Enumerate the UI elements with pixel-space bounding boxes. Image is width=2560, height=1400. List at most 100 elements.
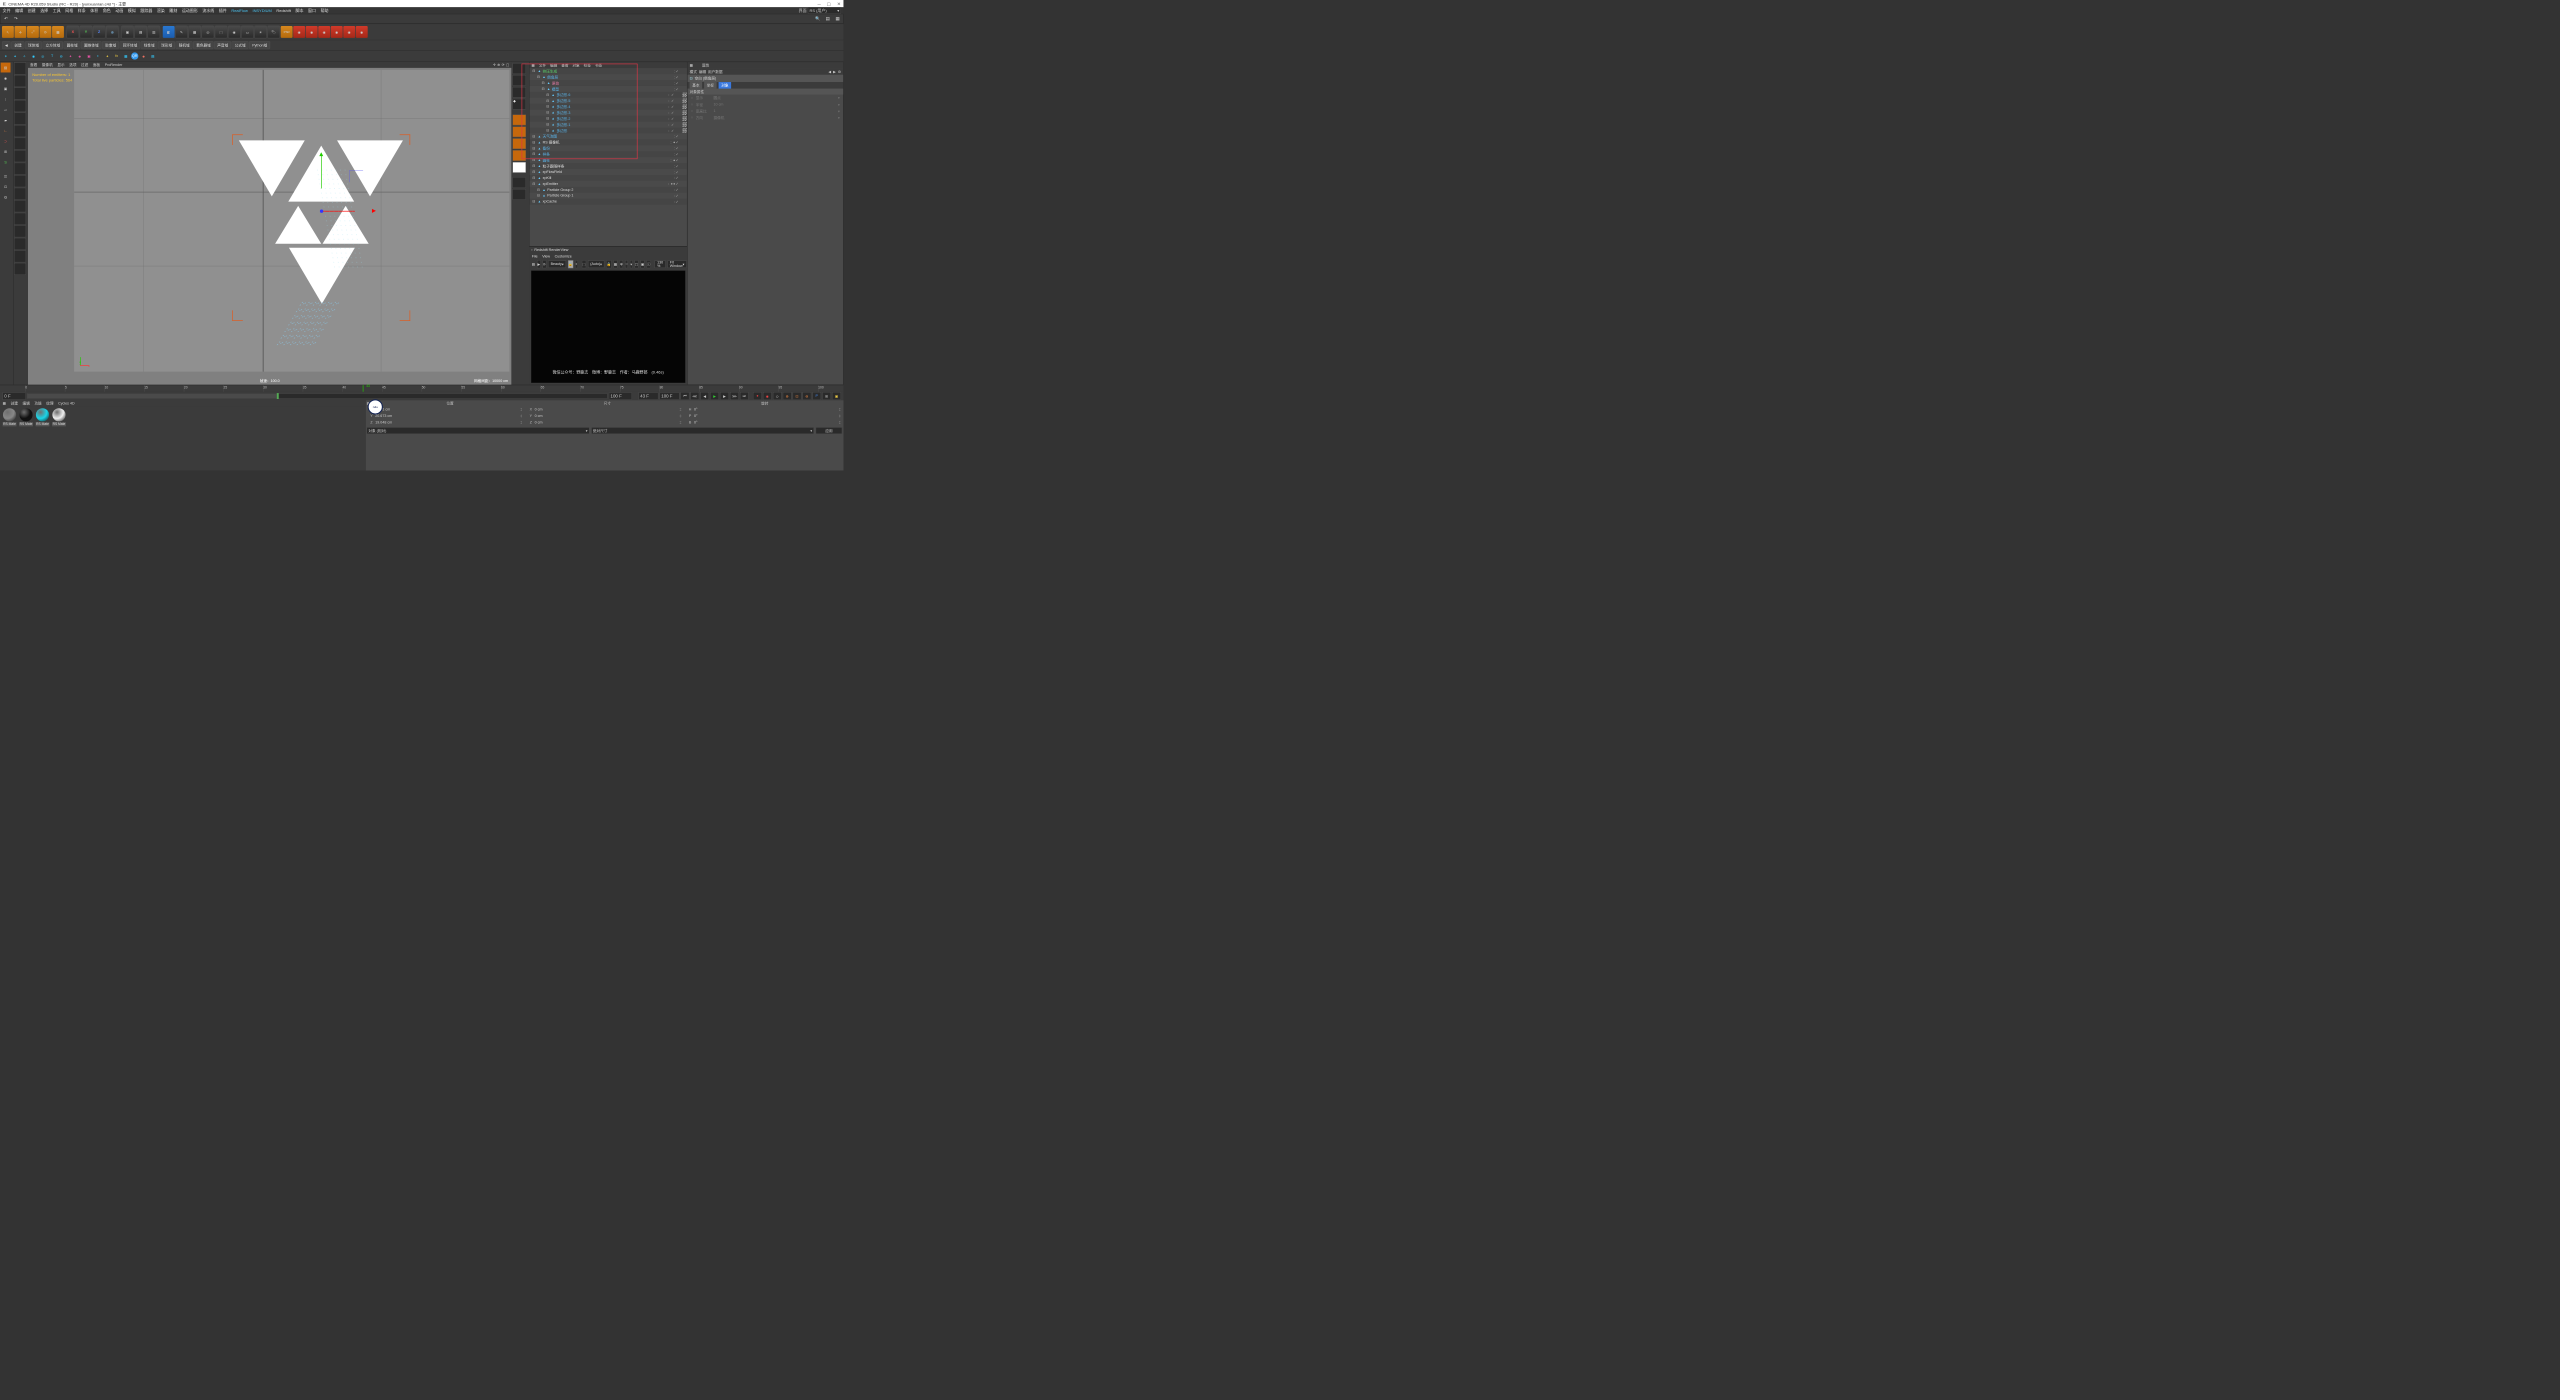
tweak-mode[interactable]: ◫ <box>1 171 11 181</box>
coord-apply-button[interactable]: 应用 <box>816 427 842 434</box>
attr-right-icon[interactable]: ▶ <box>833 69 836 73</box>
palette-圆锥体域[interactable]: 圆锥体域 <box>81 41 101 49</box>
x-axis-button[interactable]: X <box>67 26 80 39</box>
objmenu-编辑[interactable]: 编辑 <box>550 63 557 68</box>
rs-light-2[interactable]: ◉ <box>306 26 318 38</box>
z-axis-button[interactable]: Z <box>93 26 106 39</box>
rs-fit-select[interactable]: Fit Window▾ <box>667 261 686 268</box>
view-add-btn[interactable]: ✚ <box>513 99 526 110</box>
view-layer-btn[interactable] <box>513 127 526 138</box>
vw-nav-icon[interactable]: ✢ <box>493 63 496 67</box>
point-mode[interactable]: ⋮ <box>1 94 11 104</box>
tex-btn[interactable] <box>14 225 26 237</box>
view-config-icon[interactable]: ▤ <box>823 15 832 22</box>
texture-mode[interactable]: ◉ <box>1 73 11 83</box>
attr-tab-模式[interactable]: 模式 <box>690 69 697 74</box>
material-ball[interactable]: RS Mate <box>51 408 66 468</box>
move-button[interactable]: ✢ <box>14 26 26 38</box>
recent-tool-button[interactable]: ▦ <box>52 26 64 38</box>
menu-渲染[interactable]: 渲染 <box>157 8 165 14</box>
xp-btn[interactable]: ✦ <box>11 52 19 60</box>
rs-auto-select[interactable]: (Auto)▾ <box>588 261 604 268</box>
attr-tab-编辑[interactable]: 编辑 <box>699 69 706 74</box>
palette-着色器域[interactable]: 着色器域 <box>193 41 213 49</box>
menu-雕刻[interactable]: 雕刻 <box>169 8 177 14</box>
attr-left-icon[interactable]: ◀ <box>828 69 831 73</box>
matmenu-纹理[interactable]: 纹理 <box>46 401 53 406</box>
render-button[interactable]: ▣ <box>121 26 134 39</box>
env-button[interactable]: ◉ <box>228 26 241 39</box>
xp-btn[interactable]: T <box>48 52 56 60</box>
render-settings-button[interactable]: ▥ <box>148 26 161 39</box>
coord-row[interactable]: Y20.673 cm‡Y0 cm‡P0°‡ <box>365 413 843 420</box>
menu-创建[interactable]: 创建 <box>28 8 36 14</box>
maximize-button[interactable]: ▢ <box>827 1 831 7</box>
menu-体积[interactable]: 体积 <box>90 8 98 14</box>
rs-snap-button[interactable]: ▾ <box>630 260 632 268</box>
tex-btn[interactable] <box>14 75 26 87</box>
vmenu-摄像机[interactable]: 摄像机 <box>42 62 53 67</box>
rs-render-button[interactable]: ▤ <box>532 261 535 268</box>
coord-size-select[interactable]: 绝对尺寸▾ <box>591 427 814 434</box>
xp-btn[interactable]: ✦ <box>67 52 75 60</box>
rs-channel-select[interactable]: Beauty▾ <box>548 261 566 268</box>
view-layer-btn[interactable] <box>513 115 526 126</box>
menu-RealFlow[interactable]: RealFlow <box>231 8 247 13</box>
coord-system-button[interactable]: ⊕ <box>106 26 119 39</box>
attr-fn-icon[interactable]: ⚙ <box>838 69 841 73</box>
coord-mode-select[interactable]: 对象 (相对)▾ <box>367 427 590 434</box>
view-layer-btn[interactable] <box>513 150 526 161</box>
menu-跟踪器[interactable]: 跟踪器 <box>140 8 152 14</box>
xp-btn[interactable]: ▣ <box>85 52 93 60</box>
object-manager[interactable]: ▦文件编辑查看对象标签书签 ⊟▲挤压生成:✓⊟▲倒角层:✓⊟▲原始:✓⊟▲模型:… <box>529 62 687 247</box>
y-axis-button[interactable]: Y <box>80 26 93 39</box>
magnet-mode[interactable]: ⊃ <box>1 136 11 146</box>
xp-btn[interactable]: ▤ <box>149 52 157 60</box>
xp-btn[interactable]: ◉ <box>30 52 38 60</box>
attr-subtab-基本[interactable]: 基本 <box>690 82 703 89</box>
prev-frame-button[interactable]: ◀ <box>700 392 709 400</box>
vmenu-查看[interactable]: 查看 <box>30 62 37 67</box>
layout-config-icon[interactable]: ▦ <box>833 15 842 22</box>
objmenu-书签[interactable]: 书签 <box>595 63 602 68</box>
rs-light-3[interactable]: ◉ <box>318 26 330 38</box>
tex-btn[interactable] <box>14 88 26 100</box>
close-button[interactable]: ✕ <box>837 1 841 7</box>
xp-btn[interactable]: ⊚ <box>57 52 65 60</box>
frame-total-field[interactable] <box>660 392 680 399</box>
rs-crop-button[interactable]: ⬚ <box>582 260 586 268</box>
view-cam-btn[interactable] <box>513 177 526 188</box>
menu-流水线[interactable]: 流水线 <box>202 8 214 14</box>
vmenu-过滤[interactable]: 过滤 <box>81 62 88 67</box>
key-pos-button[interactable]: ⊕ <box>783 392 792 400</box>
xp-btn[interactable]: QR <box>131 52 138 59</box>
rs-light-5[interactable]: ◉ <box>343 26 355 38</box>
menu-INSYDIUM[interactable]: INSYDIUM <box>252 8 271 13</box>
rotate-button[interactable]: ⟳ <box>40 26 52 38</box>
objmenu-对象[interactable]: 对象 <box>572 63 579 68</box>
vw-zoom-icon[interactable]: ⊕ <box>497 63 500 67</box>
vmenu-显示[interactable]: 显示 <box>57 62 64 67</box>
next-key-button[interactable]: ⋙ <box>730 392 739 400</box>
rs-refresh-button[interactable]: ⟳ <box>543 260 547 268</box>
scale-button[interactable]: ⤢ <box>27 26 39 38</box>
rs-info-button[interactable]: ⓘ <box>647 260 651 268</box>
generator-button[interactable]: ◎ <box>202 26 215 39</box>
xp-btn[interactable]: fx <box>113 52 121 60</box>
xp-btn[interactable]: ◈ <box>140 52 148 60</box>
rs-light-1[interactable]: ◉ <box>293 26 305 38</box>
view-layout-btn[interactable] <box>513 87 526 98</box>
view-filter-btn[interactable] <box>513 162 526 173</box>
vw-max-icon[interactable]: ▢ <box>506 63 509 67</box>
xp-btn[interactable]: ◎ <box>39 52 47 60</box>
menu-运动图形[interactable]: 运动图形 <box>182 8 198 14</box>
tex-btn[interactable] <box>14 213 26 225</box>
rs-snow-button[interactable]: ✻ <box>619 260 623 268</box>
psr-button[interactable]: PSR <box>281 26 293 38</box>
uv-mode[interactable]: ∟ <box>1 126 11 136</box>
redo-button[interactable]: ↷ <box>12 15 21 22</box>
frame-start-field[interactable] <box>3 392 26 399</box>
rsmenu-File[interactable]: File <box>532 255 538 259</box>
palette-立方体域[interactable]: 立方体域 <box>43 41 63 49</box>
tex-btn[interactable] <box>14 200 26 212</box>
